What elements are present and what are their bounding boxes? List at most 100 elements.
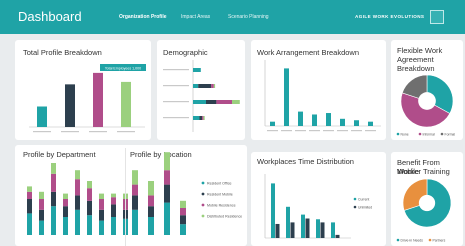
location-bar-segment bbox=[180, 208, 186, 216]
work-arrangement-bar bbox=[340, 118, 345, 126]
demographic-chart bbox=[163, 60, 240, 132]
demographic-bar-segment bbox=[232, 100, 240, 104]
category-label-placeholder bbox=[309, 130, 320, 132]
pie-hole bbox=[418, 194, 436, 212]
location-bar-segment bbox=[148, 217, 154, 235]
department-bar-segment bbox=[111, 197, 116, 205]
work-arrangement-bar bbox=[284, 68, 289, 126]
work-arrangement-bar bbox=[354, 120, 359, 126]
nav-scenario-planning[interactable]: Scenario Planning bbox=[228, 14, 269, 20]
time-bar-current bbox=[316, 219, 320, 238]
department-bar-segment bbox=[99, 199, 104, 210]
demographic-bar-segment bbox=[203, 116, 205, 120]
department-bar-segment bbox=[75, 170, 80, 180]
time-bar-unlimited bbox=[305, 218, 310, 238]
time-bar-current bbox=[331, 222, 335, 238]
legend-label: Current bbox=[358, 197, 369, 201]
time-bar-unlimited bbox=[335, 234, 340, 238]
row-label-placeholder bbox=[163, 101, 189, 103]
demographic-bar-segment bbox=[216, 100, 232, 104]
department-bar-segment bbox=[51, 163, 56, 174]
panel-work-arrangement: Work Arrangement Breakdown bbox=[251, 40, 386, 140]
nav-impact-areas[interactable]: Impact Areas bbox=[181, 14, 210, 20]
category-label-placeholder bbox=[89, 131, 107, 133]
mobile-benefit-pie: Drive-in Needs Partners bbox=[396, 178, 452, 242]
time-bar-unlimited bbox=[290, 222, 295, 238]
department-bar-segment bbox=[99, 193, 104, 199]
total-profile-chart: Total Employees 1,000 bbox=[29, 64, 146, 133]
location-bar-segment bbox=[180, 215, 186, 225]
profile-stacked-charts: Resident Office Resident Mobile Mobile Res… bbox=[27, 152, 242, 235]
department-bar-segment bbox=[63, 217, 68, 235]
department-bar-segment bbox=[87, 181, 92, 189]
demographic-bar-segment bbox=[193, 116, 200, 120]
brand-name: AGILE WORK EVOLUTIONS bbox=[355, 14, 425, 19]
legend-label: Resident Mobile bbox=[207, 192, 233, 196]
demographic-bar-segment bbox=[199, 116, 203, 120]
legend-swatch bbox=[353, 197, 357, 201]
department-bar-segment bbox=[87, 215, 92, 235]
demographic-bar-segment bbox=[211, 84, 214, 88]
department-bar-segment bbox=[39, 191, 44, 199]
work-arrangement-bar bbox=[312, 114, 317, 126]
department-bar-segment bbox=[111, 204, 116, 217]
location-bar-segment bbox=[148, 206, 154, 217]
panel-demographic: Demographic bbox=[157, 40, 245, 140]
department-bar-segment bbox=[63, 206, 68, 217]
panel-time-distribution: Workplaces Time Distribution Current Unli… bbox=[251, 152, 386, 246]
category-label-placeholder bbox=[337, 130, 348, 132]
legend-label: Resident Office bbox=[207, 181, 232, 185]
department-bar-segment bbox=[39, 209, 44, 221]
location-bar-segment bbox=[132, 195, 138, 210]
department-bar-segment bbox=[27, 191, 32, 199]
time-distribution-chart: Current Unlimited bbox=[264, 174, 372, 239]
work-arrangement-bar bbox=[298, 111, 303, 126]
department-bar-segment bbox=[63, 199, 68, 207]
time-bar-current bbox=[271, 183, 275, 238]
legend-swatch bbox=[428, 238, 432, 242]
category-label-placeholder bbox=[267, 130, 278, 132]
department-bar-segment bbox=[51, 191, 56, 207]
legend-swatch bbox=[396, 238, 400, 242]
location-bar-segment bbox=[132, 184, 138, 196]
category-label-placeholder bbox=[281, 130, 292, 132]
department-bar-segment bbox=[27, 199, 32, 214]
department-bar-segment bbox=[75, 195, 80, 210]
legend-swatch bbox=[201, 192, 205, 196]
legend-swatch bbox=[396, 132, 400, 136]
nav-organization-profile[interactable]: Organization Profile bbox=[119, 14, 167, 20]
legend-label: Distributed Residence bbox=[207, 214, 242, 218]
category-label-placeholder bbox=[117, 131, 135, 133]
row-label-placeholder bbox=[163, 69, 189, 71]
category-label-placeholder bbox=[33, 131, 51, 133]
department-bar-segment bbox=[27, 213, 32, 235]
category-label-placeholder bbox=[365, 130, 376, 132]
department-bar-segment bbox=[39, 199, 44, 210]
category-label-placeholder bbox=[61, 131, 79, 133]
demographic-bar-segment bbox=[213, 84, 216, 88]
time-bar-current bbox=[286, 206, 290, 238]
department-bar-segment bbox=[63, 193, 68, 199]
location-bar-segment bbox=[132, 209, 138, 235]
department-bar-segment bbox=[111, 217, 116, 235]
legend-label: Formal bbox=[445, 132, 456, 136]
top-bar: Dashboard Organization Profile Impact Ar… bbox=[0, 0, 465, 34]
department-bar-segment bbox=[51, 206, 56, 235]
department-bar-segment bbox=[99, 209, 104, 221]
flexible-work-pie: None Informal Formal bbox=[396, 74, 456, 136]
total-profile-bar bbox=[37, 106, 47, 127]
page-title: Dashboard bbox=[18, 9, 82, 24]
location-bar-segment bbox=[180, 224, 186, 235]
category-label-placeholder bbox=[323, 130, 334, 132]
department-bar-segment bbox=[75, 179, 80, 196]
location-bar-segment bbox=[148, 181, 154, 196]
row-label-placeholder bbox=[163, 117, 189, 119]
demographic-bar-segment bbox=[193, 100, 206, 104]
legend-swatch bbox=[440, 132, 444, 136]
legend-swatch bbox=[353, 205, 357, 209]
demographic-bar-segment bbox=[193, 68, 201, 72]
category-label-placeholder bbox=[295, 130, 306, 132]
location-bar-segment bbox=[180, 200, 186, 208]
demographic-bar-segment bbox=[198, 84, 212, 88]
location-bar-segment bbox=[164, 202, 170, 235]
